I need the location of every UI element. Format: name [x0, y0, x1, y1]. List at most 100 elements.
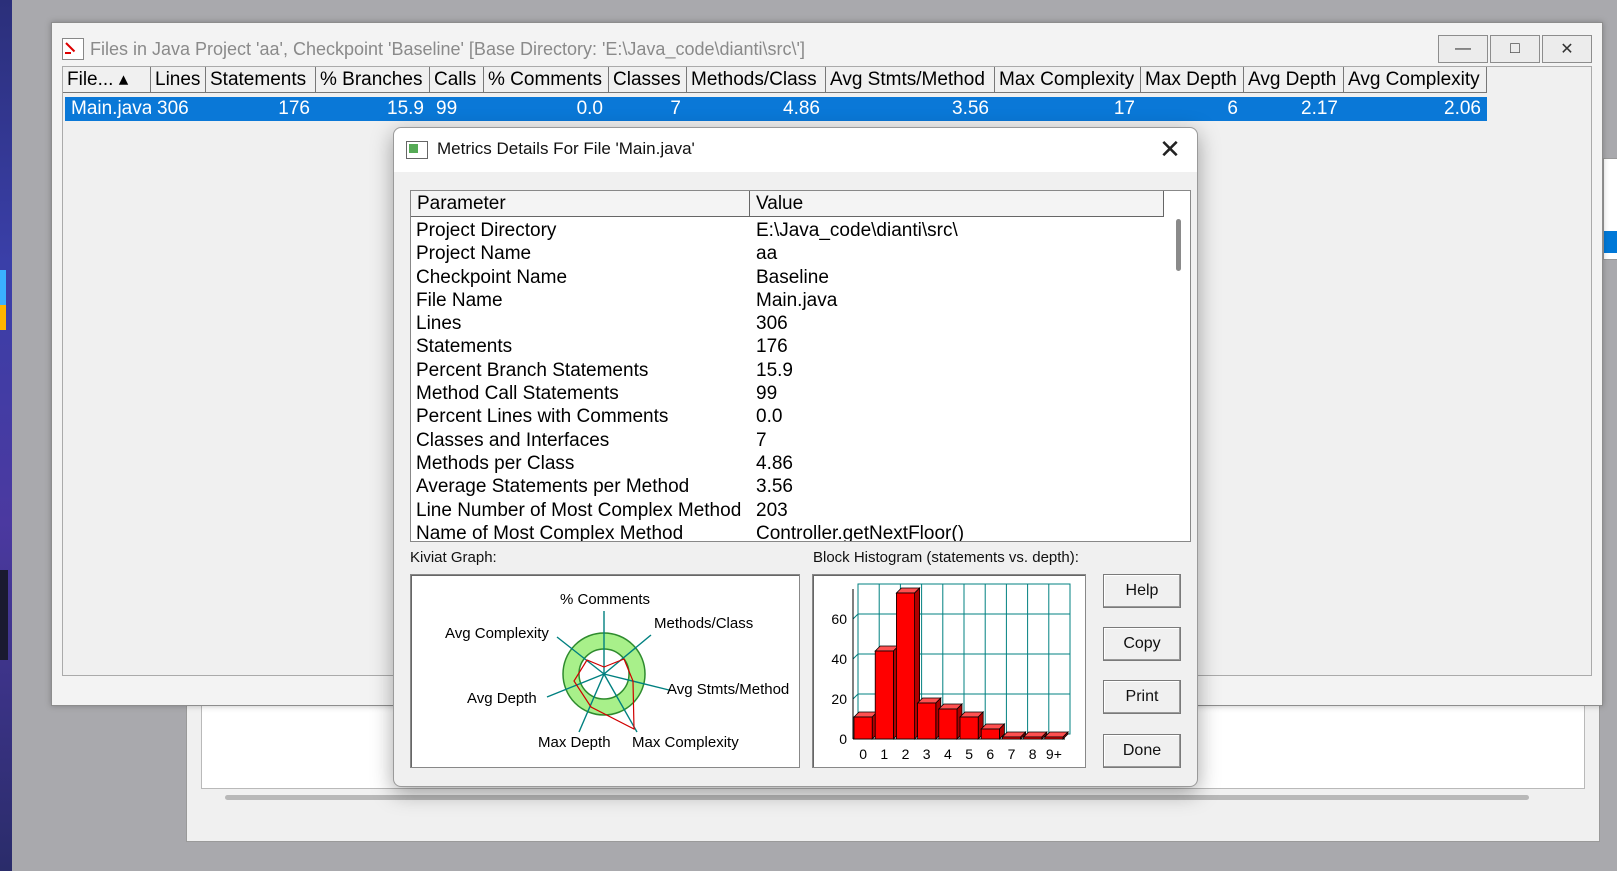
column-header-lines[interactable]: Lines — [151, 67, 206, 93]
cell-file: Main.java — [71, 98, 151, 119]
column-header-branches[interactable]: % Branches — [316, 67, 430, 93]
histogram-x-tick-label: 8 — [1029, 746, 1037, 762]
selection-peek — [1604, 231, 1617, 253]
metrics-dialog: Metrics Details For File 'Main.java' ✕ P… — [393, 127, 1198, 787]
column-header-methods-class[interactable]: Methods/Class — [687, 67, 826, 93]
grid-parameter-cell: Percent Lines with Comments — [416, 406, 669, 428]
histogram-bar — [980, 728, 1000, 740]
window-titlebar: Files in Java Project 'aa', Checkpoint '… — [62, 34, 805, 64]
grid-header-parameter[interactable]: Parameter — [411, 191, 750, 217]
histogram-bar — [959, 716, 979, 740]
horizontal-scrollbar[interactable] — [225, 795, 1529, 800]
column-header-file[interactable]: File... ▴ — [63, 67, 151, 93]
table-row[interactable]: Percent Branch Statements 15.9 — [411, 359, 964, 382]
column-header-statements[interactable]: Statements — [206, 67, 316, 93]
grid-parameter-cell: Project Name — [416, 243, 532, 265]
grid-header-value[interactable]: Value — [750, 191, 1164, 217]
column-header-avg-depth[interactable]: Avg Depth — [1244, 67, 1344, 93]
kiviat-axis-label: % Comments — [560, 591, 650, 608]
grid-header: Parameter Value — [411, 191, 1164, 217]
grid-parameter-cell: Average Statements per Method — [416, 476, 690, 498]
grid-parameter-cell: Project Directory — [416, 220, 557, 241]
histogram-x-tick-label: 3 — [923, 746, 931, 762]
table-row[interactable]: Project Name aa — [411, 242, 964, 265]
table-row[interactable]: Methods per Class 4.86 — [411, 452, 964, 475]
table-row[interactable]: Statements 176 — [411, 335, 964, 358]
cell-avg-stmts: 3.56 — [952, 98, 989, 119]
histogram-bar — [874, 650, 894, 740]
table-row[interactable]: Main.java 306 176 15.9 99 0.0 7 4.86 3.5… — [65, 97, 1487, 121]
histogram-y-tick-label: 40 — [831, 651, 847, 667]
dialog-icon — [406, 141, 428, 159]
cell-branches: 15.9 — [387, 98, 424, 119]
histogram-y-tick-label: 20 — [831, 691, 847, 707]
grid-value-cell: aa — [756, 243, 778, 265]
print-button[interactable]: Print — [1103, 680, 1181, 714]
done-button[interactable]: Done — [1103, 734, 1181, 768]
kiviat-axis-label: Methods/Class — [654, 615, 753, 632]
table-row[interactable]: Lines 306 — [411, 312, 964, 335]
maximize-button[interactable]: □ — [1490, 35, 1540, 63]
table-row[interactable]: Average Statements per Method 3.56 — [411, 475, 964, 498]
grid-parameter-cell: File Name — [416, 289, 503, 311]
histogram-x-tick-label: 7 — [1008, 746, 1016, 762]
grid-value-cell: 7 — [756, 429, 767, 451]
column-header-max-complexity[interactable]: Max Complexity — [995, 67, 1141, 93]
grid-parameter-cell: Name of Most Complex Method — [416, 522, 684, 542]
window-controls: — □ ✕ — [1438, 35, 1592, 63]
table-row[interactable]: Classes and Interfaces 7 — [411, 429, 964, 452]
histogram-bar — [1044, 736, 1064, 740]
histogram-x-tick-label: 5 — [965, 746, 973, 762]
grid-value-cell: 0.0 — [756, 406, 783, 428]
help-button[interactable]: Help — [1103, 574, 1181, 608]
kiviat-axis-label: Avg Complexity — [445, 625, 549, 642]
histogram-bar — [938, 708, 958, 740]
grid-parameter-cell: Classes and Interfaces — [416, 429, 610, 451]
table-row[interactable]: Line Number of Most Complex Method 203 — [411, 499, 964, 522]
grid-body: Project Directory E:\Java_code\dianti\src… — [411, 219, 965, 542]
copy-button[interactable]: Copy — [1103, 627, 1181, 661]
histogram-x-tick-label: 0 — [859, 746, 867, 762]
grid-parameter-cell: Methods per Class — [416, 452, 575, 474]
table-row[interactable]: Project Directory E:\Java_code\dianti\src… — [411, 219, 964, 242]
dialog-close-icon[interactable]: ✕ — [1157, 136, 1183, 162]
histogram-x-tick-label: 4 — [944, 746, 952, 762]
histogram-gridline — [852, 693, 859, 700]
grid-parameter-cell: Percent Branch Statements — [416, 359, 649, 381]
column-header-comments[interactable]: % Comments — [484, 67, 609, 93]
cell-calls: 99 — [436, 98, 458, 119]
column-header-avg-stmts[interactable]: Avg Stmts/Method — [826, 67, 995, 93]
close-button[interactable]: ✕ — [1542, 35, 1592, 63]
cell-statements: 176 — [278, 98, 310, 119]
histogram-y-tick-label: 0 — [839, 731, 847, 747]
vertical-scrollbar[interactable] — [1176, 219, 1181, 271]
histogram-x-tick-label: 9+ — [1046, 746, 1062, 762]
table-row[interactable]: Percent Lines with Comments 0.0 — [411, 405, 964, 428]
cell-comments: 0.0 — [576, 98, 603, 119]
histogram-bar — [917, 702, 937, 740]
histogram-x-tick-label: 1 — [880, 746, 888, 762]
column-header-calls[interactable]: Calls — [430, 67, 484, 93]
column-header-max-depth[interactable]: Max Depth — [1141, 67, 1244, 93]
block-histogram: 0 20 40 60 0 1 2 3 4 5 6 7 8 9+ — [812, 574, 1086, 768]
column-header-avg-complexity[interactable]: Avg Complexity — [1344, 67, 1487, 93]
desktop-strip — [0, 0, 12, 871]
grid-value-cell: Controller.getNextFloor() — [756, 522, 965, 542]
column-header-classes[interactable]: Classes — [609, 67, 687, 93]
table-row[interactable]: Checkpoint Name Baseline — [411, 266, 964, 289]
grid-value-cell: 99 — [756, 383, 778, 405]
table-row[interactable]: Name of Most Complex Method Controller.ge… — [411, 522, 965, 542]
taskbar-accent-2 — [0, 305, 6, 330]
grid-parameter-cell: Checkpoint Name — [416, 266, 568, 288]
table-row[interactable]: File Name Main.java — [411, 289, 964, 312]
cell-avg-complexity: 2.06 — [1444, 98, 1481, 119]
cell-lines: 306 — [157, 98, 189, 119]
app-icon — [62, 38, 84, 60]
table-row[interactable]: Method Call Statements 99 — [411, 382, 964, 405]
grid-value-cell: 306 — [756, 313, 788, 335]
grid-parameter-cell: Line Number of Most Complex Method — [416, 499, 742, 521]
histogram-bar — [1001, 736, 1021, 740]
minimize-button[interactable]: — — [1438, 35, 1488, 63]
grid-parameter-cell: Lines — [416, 313, 462, 335]
histogram-svg: 02040600 1 2 3 4 5 6 7 8 9+ — [831, 583, 1071, 762]
